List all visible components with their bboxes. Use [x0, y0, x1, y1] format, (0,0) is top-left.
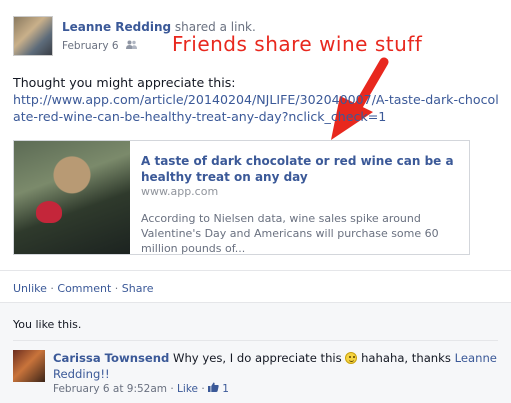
- comment-like-count[interactable]: 1: [222, 383, 229, 395]
- comment-text-start: Why yes, I do appreciate this: [173, 351, 342, 365]
- divider: [0, 302, 511, 303]
- post-url-link[interactable]: http://www.app.com/article/20140204/NJLI…: [13, 92, 499, 124]
- link-preview-thumbnail[interactable]: [14, 141, 130, 254]
- link-preview-domain: www.app.com: [141, 185, 219, 198]
- commenter-name-link[interactable]: Carissa Townsend: [53, 351, 169, 365]
- post-message: Thought you might appreciate this: http:…: [13, 74, 503, 125]
- post-date[interactable]: February 6: [62, 40, 119, 52]
- annotation-caption: Friends share wine stuff: [172, 32, 423, 56]
- smiley-icon: [345, 352, 358, 364]
- link-preview-description: According to Nielsen data, wine sales sp…: [141, 212, 439, 255]
- unlike-button[interactable]: Unlike: [13, 282, 47, 295]
- separator: ·: [170, 383, 174, 395]
- separator: ·: [201, 383, 205, 395]
- post-meta: February 6: [62, 40, 137, 52]
- thumbs-up-icon: [208, 382, 222, 395]
- author-name-link[interactable]: Leanne Redding: [62, 20, 171, 34]
- post-message-text: Thought you might appreciate this:: [13, 75, 236, 90]
- comment-body: Carissa Townsend Why yes, I do appreciat…: [53, 350, 498, 382]
- link-preview-card[interactable]: A taste of dark chocolate or red wine ca…: [13, 140, 470, 255]
- author-avatar[interactable]: [13, 16, 53, 56]
- friends-icon[interactable]: [125, 40, 137, 52]
- comment-button[interactable]: Comment: [57, 282, 111, 295]
- comment-meta: February 6 at 9:52am · Like · 1: [53, 382, 229, 395]
- wine-glass-image: [36, 201, 62, 223]
- link-preview-title[interactable]: A taste of dark chocolate or red wine ca…: [141, 153, 466, 185]
- separator: ·: [114, 282, 119, 295]
- comment-text-end: hahaha, thanks: [361, 351, 451, 365]
- post-actions: Unlike · Comment · Share: [13, 282, 154, 295]
- comment-timestamp[interactable]: February 6 at 9:52am: [53, 383, 167, 395]
- divider: [0, 270, 511, 271]
- likes-summary: You like this.: [13, 318, 82, 331]
- divider: [13, 340, 498, 341]
- comment-like-button[interactable]: Like: [177, 383, 198, 395]
- separator: ·: [50, 282, 54, 295]
- share-button[interactable]: Share: [122, 282, 154, 295]
- commenter-avatar[interactable]: [13, 350, 45, 382]
